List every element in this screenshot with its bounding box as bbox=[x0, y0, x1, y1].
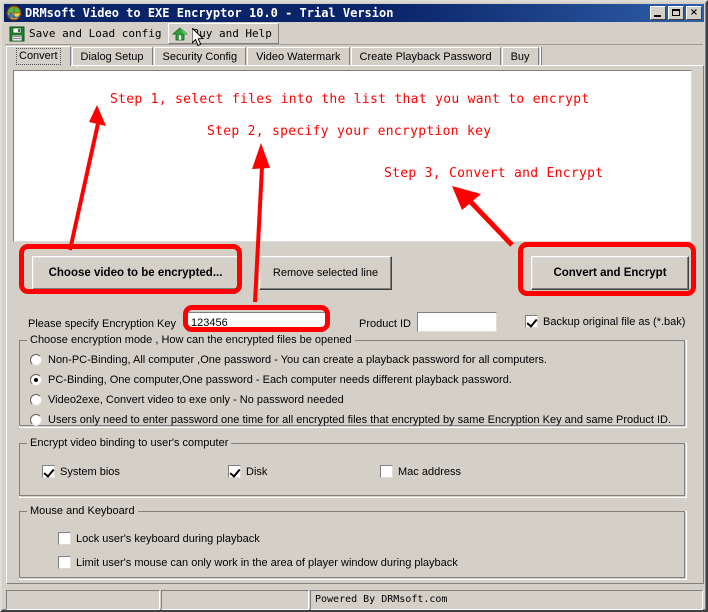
file-list[interactable] bbox=[13, 70, 692, 242]
toolbar-save-load-config[interactable]: Save and Load config bbox=[5, 23, 168, 44]
tab-dialog-setup[interactable]: Dialog Setup bbox=[71, 47, 153, 66]
radio-one-time-password[interactable]: Users only need to enter password one ti… bbox=[30, 414, 671, 426]
tab-create-playback-password[interactable]: Create Playback Password bbox=[350, 47, 501, 66]
checkbox-lock-keyboard[interactable]: Lock user's keyboard during playback bbox=[58, 532, 260, 545]
product-id-input[interactable] bbox=[417, 312, 497, 332]
application-window: DRMsoft Video to EXE Encryptor 10.0 - Tr… bbox=[0, 0, 708, 612]
checkbox-disk[interactable]: Disk bbox=[228, 465, 267, 478]
maximize-button[interactable] bbox=[668, 6, 684, 20]
checkbox-mac-address[interactable]: Mac address bbox=[380, 465, 461, 478]
tab-strip-filler bbox=[539, 47, 542, 66]
choose-video-button[interactable]: Choose video to be encrypted... bbox=[32, 256, 239, 290]
checkbox-box bbox=[228, 465, 241, 478]
encryption-key-input[interactable] bbox=[187, 312, 329, 332]
mouse-keyboard-group-title: Mouse and Keyboard bbox=[27, 505, 138, 517]
radio-pc-binding-label: PC-Binding, One computer,One password - … bbox=[48, 374, 512, 386]
tab-create-playback-password-label: Create Playback Password bbox=[359, 51, 492, 63]
tab-buy-label: Buy bbox=[510, 51, 530, 63]
tab-video-watermark-label: Video Watermark bbox=[256, 51, 341, 63]
encryption-mode-group-title: Choose encryption mode , How can the enc… bbox=[27, 334, 355, 346]
radio-circle bbox=[30, 414, 42, 426]
tab-video-watermark[interactable]: Video Watermark bbox=[247, 47, 350, 66]
minimize-button[interactable] bbox=[650, 6, 666, 20]
floppy-disk-icon bbox=[9, 26, 25, 42]
choose-video-button-label: Choose video to be encrypted... bbox=[48, 267, 223, 279]
radio-circle bbox=[30, 354, 42, 366]
title-bar: DRMsoft Video to EXE Encryptor 10.0 - Tr… bbox=[4, 4, 704, 22]
tab-dialog-setup-label: Dialog Setup bbox=[80, 51, 144, 63]
tab-convert[interactable]: Convert bbox=[6, 46, 71, 66]
checkbox-box bbox=[58, 556, 71, 569]
tab-strip: Convert Dialog Setup Security Config Vid… bbox=[6, 46, 704, 66]
status-panel-powered-by: Powered By DRMsoft.com bbox=[310, 590, 703, 610]
checkbox-box bbox=[525, 315, 538, 328]
checkbox-lock-keyboard-label: Lock user's keyboard during playback bbox=[76, 532, 260, 545]
toolbar-buy-and-help[interactable]: Buy and Help bbox=[168, 23, 279, 44]
mouse-keyboard-group: Mouse and Keyboard Lock user's keyboard … bbox=[19, 505, 687, 580]
radio-circle bbox=[30, 374, 42, 386]
checkbox-disk-label: Disk bbox=[246, 465, 268, 478]
convert-panel: Choose video to be encrypted... Remove s… bbox=[6, 65, 704, 584]
radio-non-pc-binding-label: Non-PC-Binding, All computer ,One passwo… bbox=[48, 354, 547, 366]
backup-original-file-label: Backup original file as (*.bak) bbox=[543, 315, 686, 328]
tab-buy[interactable]: Buy bbox=[501, 47, 539, 66]
convert-and-encrypt-button-label: Convert and Encrypt bbox=[553, 267, 667, 279]
computer-binding-group-title: Encrypt video binding to user's computer bbox=[27, 437, 232, 449]
checkbox-limit-mouse-label: Limit user's mouse can only work in the … bbox=[76, 556, 458, 569]
toolbar-save-load-config-label: Save and Load config bbox=[29, 27, 162, 40]
window-controls: × bbox=[650, 6, 702, 20]
encryption-key-label: Please specify Encryption Key bbox=[28, 318, 176, 330]
computer-binding-group: Encrypt video binding to user's computer… bbox=[19, 437, 687, 498]
checkbox-box bbox=[42, 465, 55, 478]
green-house-icon bbox=[172, 26, 189, 42]
checkbox-box bbox=[380, 465, 393, 478]
status-bar: Powered By DRMsoft.com bbox=[6, 590, 704, 610]
checkbox-system-bios-label: System bios bbox=[60, 465, 120, 478]
status-panel-1 bbox=[6, 590, 160, 610]
window-title: DRMsoft Video to EXE Encryptor 10.0 - Tr… bbox=[25, 6, 394, 20]
tab-security-config-label: Security Config bbox=[162, 51, 238, 63]
close-button[interactable]: × bbox=[686, 6, 702, 20]
close-icon: × bbox=[689, 7, 699, 18]
checkbox-mac-address-label: Mac address bbox=[398, 465, 461, 478]
remove-selected-line-button-label: Remove selected line bbox=[272, 267, 379, 279]
radio-video2exe[interactable]: Video2exe, Convert video to exe only - N… bbox=[30, 394, 344, 406]
tab-convert-label: Convert bbox=[16, 48, 61, 65]
toolbar: Save and Load config Buy and Help bbox=[5, 23, 703, 45]
checkbox-system-bios[interactable]: System bios bbox=[42, 465, 120, 478]
checkbox-box bbox=[58, 532, 71, 545]
radio-pc-binding[interactable]: PC-Binding, One computer,One password - … bbox=[30, 374, 512, 386]
convert-and-encrypt-button[interactable]: Convert and Encrypt bbox=[531, 256, 689, 290]
remove-selected-line-button[interactable]: Remove selected line bbox=[259, 256, 392, 290]
radio-non-pc-binding[interactable]: Non-PC-Binding, All computer ,One passwo… bbox=[30, 354, 547, 366]
checkbox-limit-mouse[interactable]: Limit user's mouse can only work in the … bbox=[58, 556, 458, 569]
app-globe-icon bbox=[6, 5, 22, 21]
toolbar-buy-and-help-label: Buy and Help bbox=[192, 27, 272, 40]
product-id-label: Product ID bbox=[359, 318, 411, 330]
status-panel-2 bbox=[161, 590, 309, 610]
encryption-mode-group: Choose encryption mode , How can the enc… bbox=[19, 334, 687, 428]
radio-one-time-password-label: Users only need to enter password one ti… bbox=[48, 414, 672, 426]
radio-video2exe-label: Video2exe, Convert video to exe only - N… bbox=[48, 394, 344, 406]
backup-original-file-checkbox[interactable]: Backup original file as (*.bak) bbox=[525, 315, 685, 328]
radio-circle bbox=[30, 394, 42, 406]
tab-security-config[interactable]: Security Config bbox=[153, 47, 247, 66]
